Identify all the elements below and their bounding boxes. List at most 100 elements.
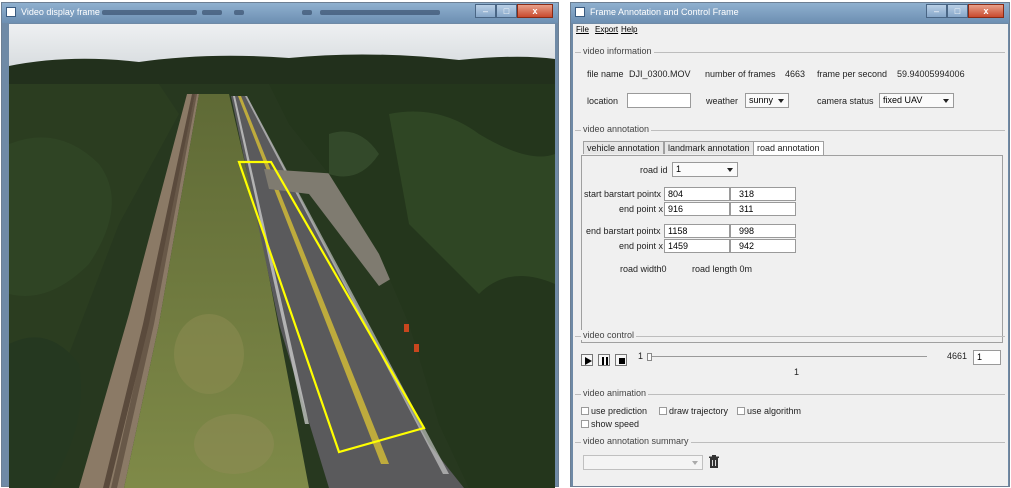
video-window-title: Video display frame (21, 7, 100, 17)
file-name-value: DJI_0300.MOV (629, 69, 691, 79)
stop-icon (619, 358, 625, 364)
maximize-button[interactable]: □ (947, 4, 968, 18)
weather-label: weather (706, 96, 739, 106)
control-window-titlebar[interactable]: Frame Annotation and Control Frame – □ x (571, 3, 1009, 23)
end-bar-label: end barstart pointx (586, 226, 661, 236)
start-end-point-y-input[interactable]: 311 (730, 202, 796, 216)
use-prediction-label: use prediction (591, 406, 648, 416)
video-display-window: Video display frame – □ x (1, 2, 559, 488)
play-button[interactable] (581, 354, 593, 366)
fps-label: frame per second (817, 69, 888, 79)
group-title: video annotation summary (581, 436, 691, 446)
titlebar-blur (102, 10, 197, 15)
road-annotation-panel: road id 1 start barstart pointx 804 y 31… (581, 155, 1003, 343)
group-title: video annotation (581, 124, 652, 134)
end-point-y-input[interactable]: 998 (730, 224, 796, 238)
minimize-button[interactable]: – (926, 4, 947, 18)
end-point-x-input[interactable]: 1158 (664, 224, 730, 238)
camera-status-value: fixed UAV (883, 95, 923, 105)
frame-number-input[interactable]: 1 (973, 350, 1001, 365)
tab-bar: vehicle annotation landmark annotation r… (583, 141, 1003, 155)
pause-button[interactable] (598, 354, 610, 366)
use-prediction-checkbox[interactable] (581, 407, 589, 415)
start-bar-label: start barstart pointx (584, 189, 662, 199)
draw-trajectory-label: draw trajectory (669, 406, 729, 416)
group-title: video information (581, 46, 654, 56)
maximize-button[interactable]: □ (496, 4, 517, 18)
close-button[interactable]: x (517, 4, 553, 18)
menu-bar: File Export Help (573, 24, 1008, 38)
menu-help[interactable]: Help (621, 25, 637, 34)
road-id-select[interactable]: 1 (672, 162, 738, 177)
app-icon (575, 7, 585, 17)
video-window-titlebar[interactable]: Video display frame – □ x (2, 3, 558, 23)
road-length-label: road length 0m (692, 264, 753, 274)
titlebar-blur (202, 10, 222, 15)
end-end-point-y-input[interactable]: 942 (730, 239, 796, 253)
use-algorithm-checkbox[interactable] (737, 407, 745, 415)
slider-max-label: 4661 (947, 351, 968, 361)
tab-vehicle-annotation[interactable]: vehicle annotation (583, 141, 664, 154)
file-name-label: file name (587, 69, 624, 79)
start-point-y-input[interactable]: 318 (730, 187, 796, 201)
titlebar-blur (320, 10, 440, 15)
control-panel: File Export Help video information file … (573, 24, 1008, 486)
video-annotation-summary-group: video annotation summary (575, 436, 1005, 483)
use-algorithm-label: use algorithm (747, 406, 802, 416)
road-width-label: road width0 (620, 264, 667, 274)
video-frame[interactable] (9, 24, 555, 488)
chevron-down-icon (778, 99, 784, 103)
menu-export[interactable]: Export (595, 25, 618, 34)
slider-current-label: 1 (794, 367, 800, 377)
frames-value: 4663 (785, 69, 806, 79)
annotation-control-window: Frame Annotation and Control Frame – □ x… (570, 2, 1010, 487)
menu-file[interactable]: File (576, 25, 589, 34)
video-information-group: video information file name DJI_0300.MOV… (575, 46, 1005, 123)
trash-icon (709, 455, 719, 468)
road-id-label: road id (640, 165, 668, 175)
start-point-x-input[interactable]: 804 (664, 187, 730, 201)
start-end-point-label: end point x (619, 204, 664, 214)
stop-button[interactable] (615, 354, 627, 366)
slider-thumb[interactable] (647, 353, 652, 361)
tab-landmark-annotation[interactable]: landmark annotation (664, 141, 754, 154)
camera-status-select[interactable]: fixed UAV (879, 93, 954, 108)
pause-icon (602, 357, 608, 365)
start-end-point-x-input[interactable]: 916 (664, 202, 730, 216)
aerial-road-image (9, 24, 555, 488)
show-speed-checkbox[interactable] (581, 420, 589, 428)
video-control-group: video control 1 1 4661 1 (575, 330, 1005, 383)
app-icon (6, 7, 16, 17)
group-title: video control (581, 330, 637, 340)
end-end-point-x-input[interactable]: 1459 (664, 239, 730, 253)
delete-button[interactable] (708, 455, 720, 469)
group-title: video animation (581, 388, 649, 398)
titlebar-blur (234, 10, 244, 15)
titlebar-blur (302, 10, 312, 15)
location-label: location (587, 96, 619, 106)
window-controls: – □ x (475, 4, 553, 18)
frames-label: number of frames (705, 69, 776, 79)
draw-trajectory-checkbox[interactable] (659, 407, 667, 415)
video-annotation-group: video annotation vehicle annotation land… (575, 124, 1005, 349)
chevron-down-icon (692, 461, 698, 465)
window-controls: – □ x (926, 4, 1004, 18)
minimize-button[interactable]: – (475, 4, 496, 18)
video-animation-group: video animation use prediction draw traj… (575, 388, 1005, 429)
chevron-down-icon (727, 168, 733, 172)
slider-min-label: 1 (638, 351, 644, 361)
weather-select[interactable]: sunny (745, 93, 789, 108)
fps-value: 59.94005994006 (897, 69, 965, 79)
show-speed-label: show speed (591, 419, 640, 429)
end-end-point-label: end point x (619, 241, 664, 251)
tab-road-annotation[interactable]: road annotation (753, 141, 824, 155)
play-icon (585, 357, 592, 365)
summary-select[interactable] (583, 455, 703, 470)
slider-track (647, 356, 927, 357)
camera-status-label: camera status (817, 96, 874, 106)
control-window-title: Frame Annotation and Control Frame (590, 7, 739, 17)
location-input[interactable] (627, 93, 691, 108)
close-button[interactable]: x (968, 4, 1004, 18)
road-id-value: 1 (676, 164, 682, 174)
frame-slider[interactable] (647, 353, 927, 361)
